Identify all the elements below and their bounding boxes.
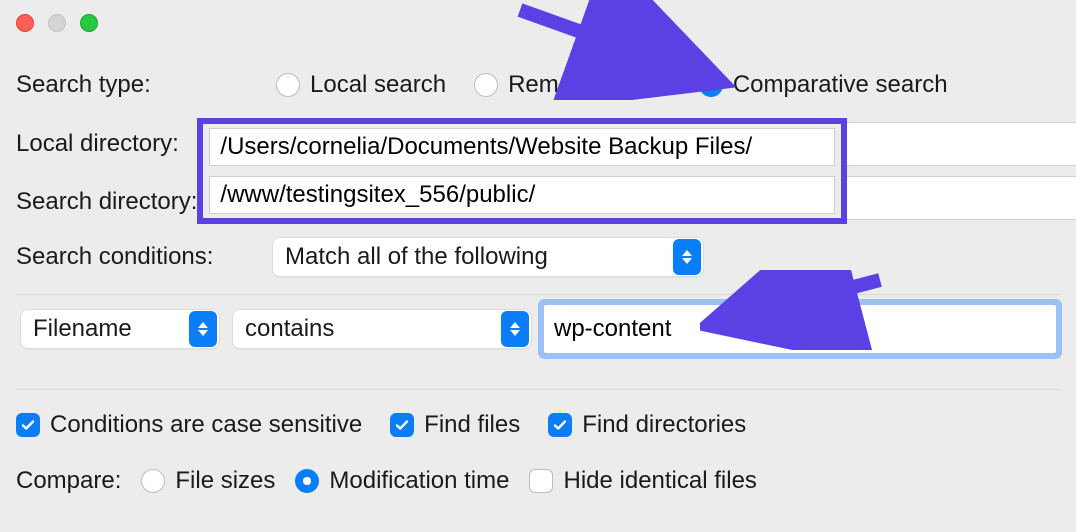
radio-label: Comparative search bbox=[733, 71, 948, 99]
search-directory-input[interactable] bbox=[209, 176, 835, 214]
find-files-checkbox[interactable]: Find files bbox=[390, 411, 520, 439]
compare-file-sizes-radio[interactable]: File sizes bbox=[141, 467, 275, 495]
conditions-mode-select[interactable]: Match all of the following bbox=[272, 237, 704, 277]
local-directory-input-overflow[interactable] bbox=[847, 122, 1076, 166]
local-directory-label: Local directory: bbox=[16, 130, 197, 158]
checkbox-icon bbox=[390, 413, 414, 437]
radio-label: Modification time bbox=[329, 467, 509, 495]
radio-icon bbox=[276, 73, 300, 97]
select-value: contains bbox=[245, 315, 344, 343]
search-directory-input-overflow[interactable] bbox=[847, 176, 1076, 220]
find-directories-checkbox[interactable]: Find directories bbox=[548, 411, 746, 439]
checkbox-label: Find directories bbox=[582, 411, 746, 439]
checkbox-icon bbox=[529, 469, 553, 493]
compare-modification-time-radio[interactable]: Modification time bbox=[295, 467, 509, 495]
checkbox-label: Find files bbox=[424, 411, 520, 439]
radio-icon bbox=[699, 73, 723, 97]
zoom-window-button[interactable] bbox=[80, 14, 98, 32]
radio-label: Remote search bbox=[508, 71, 671, 99]
checkbox-icon bbox=[548, 413, 572, 437]
hide-identical-files-checkbox[interactable]: Hide identical files bbox=[529, 467, 756, 495]
search-type-label: Search type: bbox=[16, 71, 248, 99]
directories-highlight bbox=[197, 118, 847, 224]
radio-label: Local search bbox=[310, 71, 446, 99]
condition-operator-select[interactable]: contains bbox=[232, 309, 532, 349]
checkbox-icon bbox=[16, 413, 40, 437]
conditions-area: Filename contains bbox=[16, 294, 1060, 390]
search-conditions-label: Search conditions: bbox=[16, 243, 258, 271]
condition-field-select[interactable]: Filename bbox=[20, 309, 220, 349]
checkbox-label: Conditions are case sensitive bbox=[50, 411, 362, 439]
minimize-window-button[interactable] bbox=[48, 14, 66, 32]
search-type-remote-radio[interactable]: Remote search bbox=[474, 71, 671, 99]
search-directory-label: Search directory: bbox=[16, 188, 197, 216]
radio-icon bbox=[295, 469, 319, 493]
chevron-up-down-icon bbox=[189, 311, 217, 347]
window-titlebar bbox=[0, 0, 1076, 46]
search-type-local-radio[interactable]: Local search bbox=[276, 71, 446, 99]
select-value: Match all of the following bbox=[285, 243, 558, 271]
radio-icon bbox=[141, 469, 165, 493]
search-type-comparative-radio[interactable]: Comparative search bbox=[699, 71, 948, 99]
local-directory-input[interactable] bbox=[209, 128, 835, 166]
radio-label: File sizes bbox=[175, 467, 275, 495]
chevron-up-down-icon bbox=[501, 311, 529, 347]
select-value: Filename bbox=[33, 315, 142, 343]
close-window-button[interactable] bbox=[16, 14, 34, 32]
compare-label: Compare: bbox=[16, 467, 121, 495]
chevron-up-down-icon bbox=[673, 239, 701, 275]
checkbox-label: Hide identical files bbox=[563, 467, 756, 495]
condition-value-input[interactable] bbox=[544, 305, 1056, 353]
radio-icon bbox=[474, 73, 498, 97]
case-sensitive-checkbox[interactable]: Conditions are case sensitive bbox=[16, 411, 362, 439]
